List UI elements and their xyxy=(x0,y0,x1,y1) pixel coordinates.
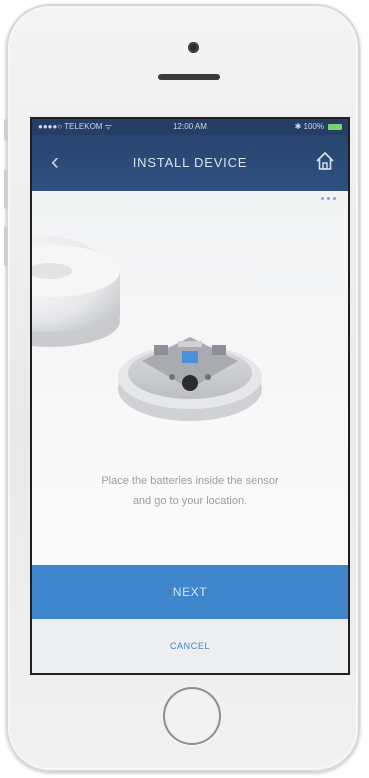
instruction-line-2: and go to your location. xyxy=(132,495,248,507)
stage: ●●●●○ TELEKOM ᯤ 12:00 AM ✱ 100% ‹ INSTAL… xyxy=(0,0,369,778)
volume-down-button xyxy=(4,226,8,266)
home-button[interactable] xyxy=(163,687,221,745)
instruction-text: Place the batteries inside the sensor an… xyxy=(50,471,330,511)
page-dot xyxy=(327,197,330,200)
page-dot xyxy=(321,197,324,200)
sensor-base xyxy=(118,337,262,421)
mute-switch xyxy=(4,119,8,141)
battery-percent: ✱ 100% xyxy=(294,122,324,131)
front-camera xyxy=(188,42,199,53)
page-indicator xyxy=(321,197,336,200)
home-icon[interactable] xyxy=(314,150,336,172)
phone-screen: ●●●●○ TELEKOM ᯤ 12:00 AM ✱ 100% ‹ INSTAL… xyxy=(30,117,350,675)
page-title: INSTALL DEVICE xyxy=(132,155,248,170)
instruction-line-1: Place the batteries inside the sensor xyxy=(101,475,279,487)
next-button[interactable]: NEXT xyxy=(32,565,348,619)
sensor-illustration xyxy=(32,236,262,421)
page-dot xyxy=(333,197,336,200)
battery-icon xyxy=(328,124,342,130)
sensor-cover xyxy=(32,236,120,347)
nav-bar: ‹ INSTALL DEVICE xyxy=(32,135,348,191)
volume-up-button xyxy=(4,169,8,209)
cancel-button[interactable]: CANCEL xyxy=(32,619,348,673)
status-bar: ●●●●○ TELEKOM ᯤ 12:00 AM ✱ 100% xyxy=(32,119,348,135)
content-area: Place the batteries inside the sensor an… xyxy=(32,191,348,563)
earpiece-speaker xyxy=(158,74,220,80)
